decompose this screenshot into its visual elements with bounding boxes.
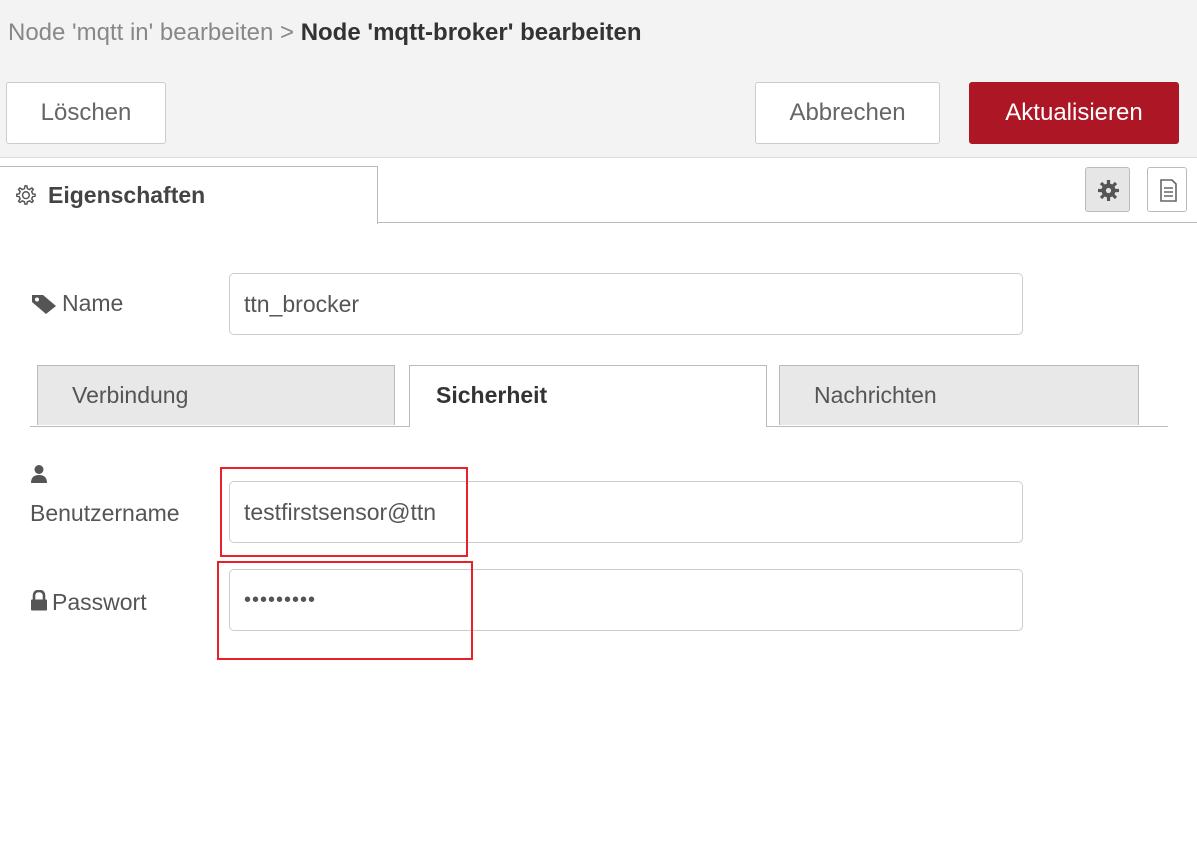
update-button[interactable]: Aktualisieren <box>969 82 1179 144</box>
breadcrumb: Node 'mqtt in' bearbeiten > Node 'mqtt-b… <box>0 0 1197 66</box>
document-icon <box>1148 168 1186 213</box>
tab-properties[interactable]: Eigenschaften <box>0 166 378 224</box>
delete-button[interactable]: Löschen <box>6 82 166 144</box>
username-label: Benutzername <box>30 500 180 526</box>
gear-icon <box>14 184 38 208</box>
tab-bar: Eigenschaften <box>0 158 1197 224</box>
tab-nachrichten[interactable]: Nachrichten <box>779 365 1139 425</box>
breadcrumb-current: Node 'mqtt-broker' bearbeiten <box>300 19 642 46</box>
gear-icon <box>1086 168 1129 213</box>
name-input[interactable]: ttn_brocker <box>229 273 1023 335</box>
name-label: Name <box>62 290 124 316</box>
user-icon <box>30 464 48 484</box>
settings-tab-button[interactable] <box>1085 167 1130 212</box>
tab-properties-label: Eigenschaften <box>48 182 206 208</box>
cancel-button[interactable]: Abbrechen <box>755 82 940 144</box>
breadcrumb-parent-link[interactable]: Node 'mqtt in' bearbeiten <box>8 19 273 46</box>
tag-icon <box>30 293 58 315</box>
tab-verbindung[interactable]: Verbindung <box>37 365 395 425</box>
description-tab-button[interactable] <box>1147 167 1187 212</box>
password-highlight-box <box>217 561 473 660</box>
lock-icon <box>30 590 48 612</box>
username-highlight-box <box>220 467 468 557</box>
button-bar: Löschen Abbrechen Aktualisieren <box>0 66 1197 158</box>
edit-node-dialog: Node 'mqtt in' bearbeiten > Node 'mqtt-b… <box>0 0 1197 849</box>
password-label: Passwort <box>52 589 147 615</box>
breadcrumb-separator: > <box>280 19 295 46</box>
subtab-bar: Verbindung Sicherheit Nachrichten <box>30 365 1168 427</box>
tab-sicherheit[interactable]: Sicherheit <box>409 365 767 427</box>
